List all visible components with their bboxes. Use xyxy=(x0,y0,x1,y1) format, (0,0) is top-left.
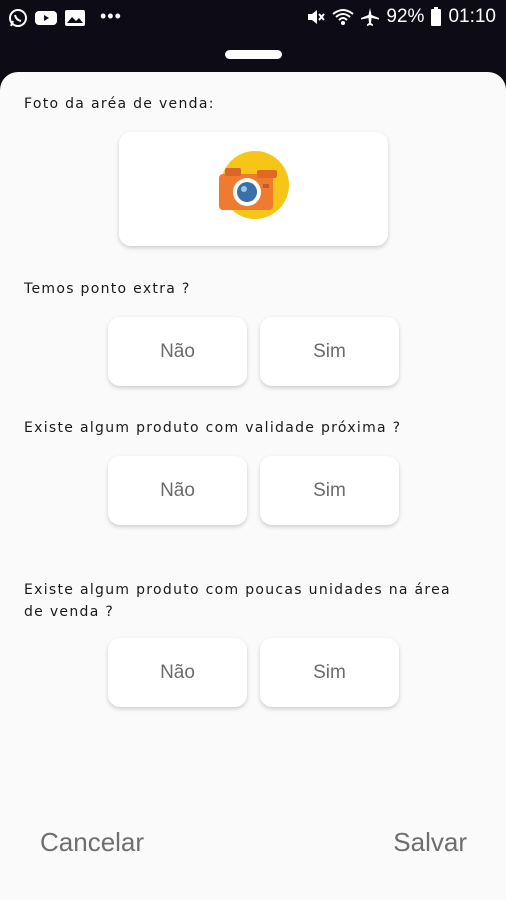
camera-icon xyxy=(217,150,291,228)
cancel-button[interactable]: Cancelar xyxy=(40,827,144,858)
battery-percent: 92% xyxy=(386,6,425,27)
status-time: 01:10 xyxy=(448,6,496,27)
answer-yes-button[interactable]: Sim xyxy=(260,317,399,386)
photo-upload-button[interactable] xyxy=(119,132,388,246)
bottom-sheet: Foto da aréa de venda: Temos ponto extra… xyxy=(0,72,506,900)
status-bar-left: ••• xyxy=(8,5,122,28)
whatsapp-icon xyxy=(8,8,28,28)
status-bar-right: 92% 01:10 xyxy=(306,6,496,28)
answer-no-button[interactable]: Não xyxy=(108,638,247,707)
answer-no-button[interactable]: Não xyxy=(108,456,247,525)
status-bar: ••• 92% 01:10 xyxy=(0,0,506,36)
question-label: Temos ponto extra ? xyxy=(24,281,191,297)
answer-no-button[interactable]: Não xyxy=(108,317,247,386)
photo-label: Foto da aréa de venda: xyxy=(24,96,215,112)
drag-handle[interactable] xyxy=(225,50,282,59)
question-label: Existe algum produto com validade próxim… xyxy=(24,420,402,436)
answer-yes-button[interactable]: Sim xyxy=(260,456,399,525)
youtube-icon xyxy=(34,9,58,27)
wifi-icon xyxy=(332,8,355,26)
airplane-icon xyxy=(360,7,380,27)
answer-yes-button[interactable]: Sim xyxy=(260,638,399,707)
save-button[interactable]: Salvar xyxy=(393,827,467,858)
question-label: Existe algum produto com poucas unidades… xyxy=(24,582,451,620)
mute-icon xyxy=(306,7,326,27)
overflow-dots: ••• xyxy=(100,5,122,26)
gallery-icon xyxy=(64,9,86,27)
battery-icon xyxy=(430,7,442,27)
